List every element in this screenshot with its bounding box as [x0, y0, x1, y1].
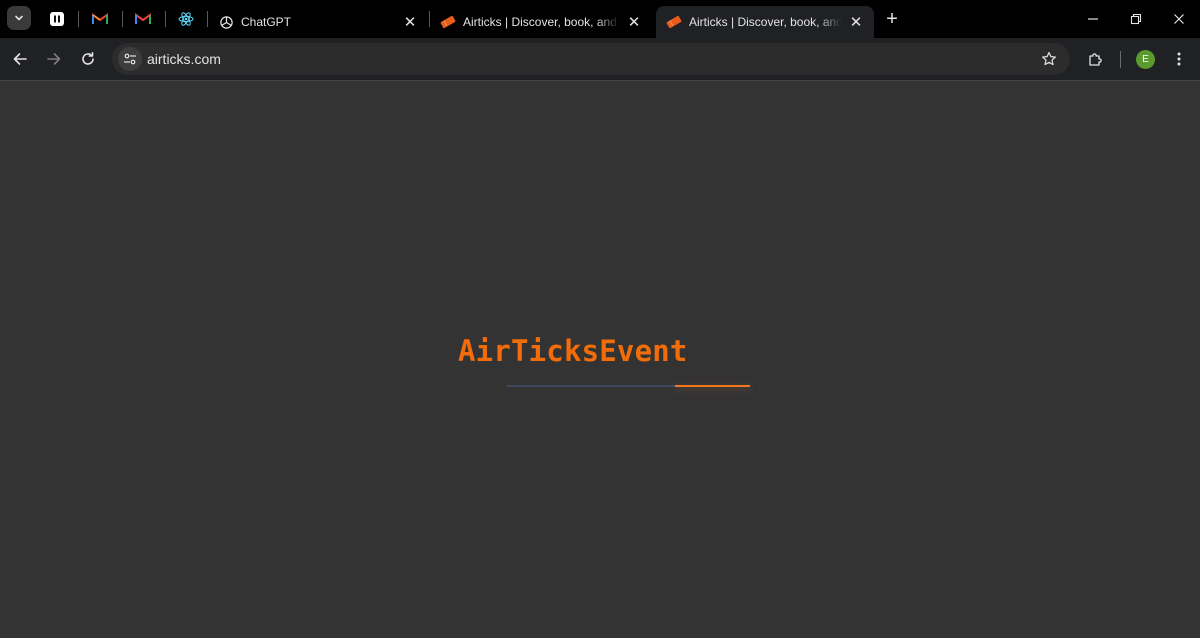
tab-airticks-active[interactable]: Airticks | Discover, book, and attend ev… [656, 6, 874, 38]
gmail-icon [92, 13, 108, 24]
forward-icon [47, 53, 61, 65]
menu-icon [1177, 52, 1181, 66]
url-text[interactable]: airticks.com [147, 51, 221, 67]
page-content: AirTicksEvent [0, 82, 1200, 638]
tab-separator [78, 11, 79, 27]
restore-button[interactable] [1121, 6, 1151, 32]
chevron-down-icon [15, 15, 23, 21]
browser-toolbar: airticks.com E [0, 38, 1200, 81]
react-icon [178, 12, 194, 26]
tab-strip: ChatGPT ✕ Airticks | Discover, book, and… [0, 0, 1200, 38]
ticket-icon [666, 14, 682, 30]
gmail-icon [135, 13, 151, 24]
tab-title: Airticks | Discover, book, and attend ev… [463, 15, 620, 29]
loading-bar-fill [674, 385, 750, 387]
site-info-icon [124, 53, 136, 65]
forward-button[interactable] [41, 46, 67, 72]
bookmark-button[interactable] [1040, 50, 1058, 68]
profile-avatar[interactable]: E [1136, 50, 1155, 69]
close-tab-icon[interactable]: ✕ [848, 14, 864, 31]
tab-search-button[interactable] [7, 6, 31, 30]
loading-bar [507, 385, 750, 387]
star-icon [1042, 51, 1056, 66]
browser-menu-button[interactable] [1166, 46, 1192, 72]
tab-airticks[interactable]: Airticks | Discover, book, and attend ev… [430, 6, 652, 38]
reload-icon [82, 52, 94, 65]
extensions-button[interactable] [1083, 46, 1109, 72]
close-window-button[interactable] [1164, 6, 1194, 32]
toolbar-separator [1120, 51, 1121, 68]
tab-title: Airticks | Discover, book, and attend ev… [689, 15, 842, 29]
pinned-app-icon [50, 12, 64, 26]
pinned-tab-gmail-2[interactable] [123, 6, 163, 32]
close-tab-icon[interactable]: ✕ [626, 14, 642, 31]
address-bar[interactable]: airticks.com [112, 43, 1070, 75]
minimize-icon [1088, 18, 1098, 20]
minimize-button[interactable] [1078, 6, 1108, 32]
chatgpt-icon [218, 14, 234, 30]
ticket-icon [440, 14, 456, 30]
close-tab-icon[interactable]: ✕ [402, 14, 418, 31]
close-icon [1174, 14, 1184, 24]
pinned-tab-react[interactable] [166, 6, 206, 32]
reload-button[interactable] [75, 46, 101, 72]
tab-chatgpt[interactable]: ChatGPT ✕ [208, 6, 428, 38]
pinned-tab-app[interactable] [37, 6, 77, 32]
pinned-tab-gmail[interactable] [80, 6, 120, 32]
brand-logo-text: AirTicksEvent [458, 334, 688, 368]
back-button[interactable] [7, 46, 33, 72]
new-tab-button[interactable]: + [880, 8, 904, 30]
extensions-icon [1089, 53, 1102, 66]
restore-icon [1130, 13, 1142, 25]
site-info-button[interactable] [118, 47, 142, 71]
back-icon [13, 53, 27, 65]
tab-title: ChatGPT [241, 15, 292, 29]
